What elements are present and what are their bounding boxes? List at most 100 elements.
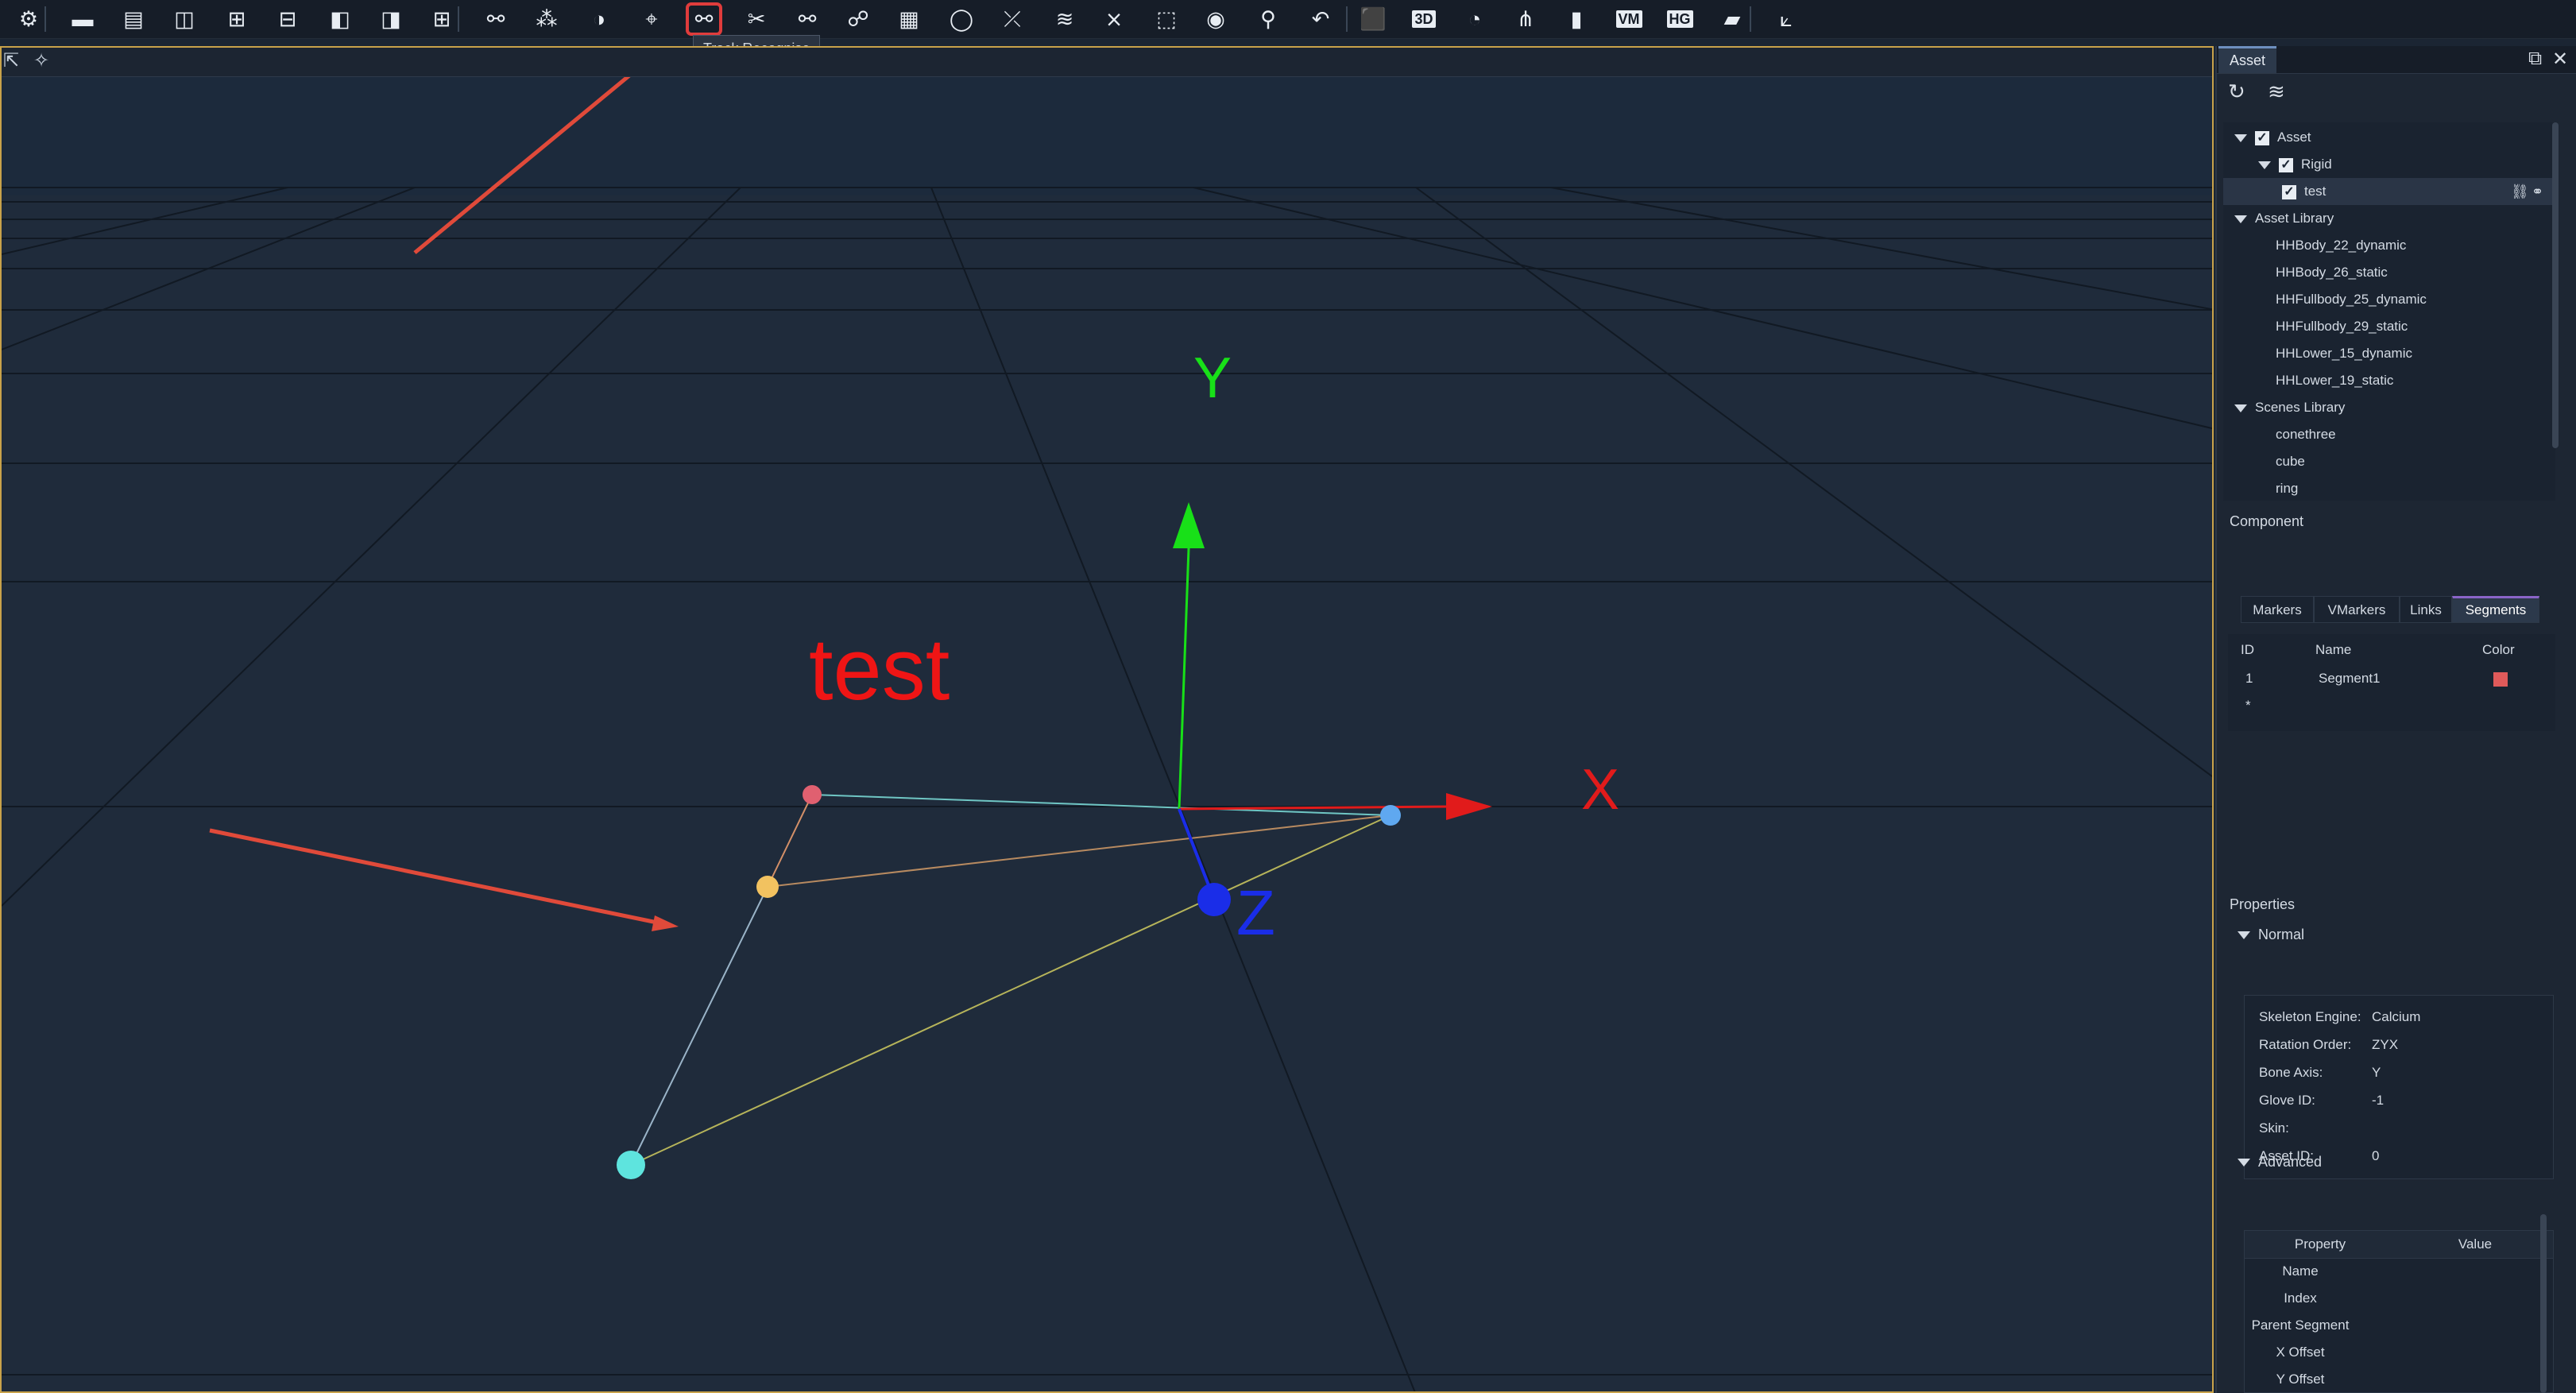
tree-item[interactable]: ✓ Rigid [2223,151,2555,178]
advanced-row[interactable]: Parent Segment [2245,1312,2356,1339]
vm-icon[interactable]: VM [1611,3,1646,35]
remove-link-icon[interactable]: ⤫ [995,3,1030,35]
property-value[interactable]: 0 [2372,1143,2379,1170]
tree-item[interactable]: conethree [2223,421,2555,448]
run-figure-icon[interactable]: ⚲ [1251,3,1286,35]
expand-triangle-icon[interactable] [2258,161,2271,169]
advanced-row[interactable]: X Offset [2245,1339,2356,1366]
hg-icon[interactable]: HG [1662,3,1697,35]
lasso-icon[interactable]: ◯ [944,3,979,35]
new-row-marker[interactable]: * [2245,698,2251,714]
tab-links[interactable]: Links [2400,596,2452,623]
layout-split-vertical-icon[interactable]: ◫ [167,3,202,35]
markers-link-icon[interactable]: ⚯ [478,3,513,35]
sparkle-icon[interactable]: ✧ [33,49,49,72]
normal-section-toggle[interactable]: Normal [2238,927,2304,943]
tree-item-label: HHFullbody_29_static [2276,319,2408,334]
expand-triangle-icon[interactable] [2234,133,2247,142]
calculator-icon[interactable]: ▦ [892,3,926,35]
record-target-icon[interactable]: ◉ [1198,3,1233,35]
tree-item[interactable]: ✓ Asset [2223,124,2555,151]
camera-icon[interactable]: ⬛ [1356,3,1390,35]
tree-item[interactable]: HHLower_19_static [2223,367,2555,394]
track-recognise-icon[interactable]: ⚯ [686,2,722,36]
cut-icon[interactable]: ✂ [739,3,774,35]
tree-item[interactable]: HHFullbody_25_dynamic [2223,286,2555,313]
gauge-icon[interactable]: ◔ [1457,3,1492,35]
view-control-icon[interactable]: ⇱ [3,49,19,72]
share-icon[interactable]: ⋔ [1508,3,1543,35]
markers-group-icon[interactable]: ⁂ [529,3,564,35]
property-value[interactable]: Y [2372,1059,2381,1086]
tree-scrollbar[interactable] [2552,122,2559,448]
trim-icon[interactable]: ⨯ [1097,3,1131,35]
property-value[interactable]: -1 [2372,1087,2384,1114]
checkbox[interactable]: ✓ [2255,130,2269,145]
select-frame-icon[interactable]: ⬚ [1149,3,1184,35]
tree-item[interactable]: HHLower_15_dynamic [2223,340,2555,367]
wave-icon[interactable]: ≋ [1047,3,1082,35]
share-icon-glyph: ⋔ [1516,7,1535,31]
layout-grid-icon-glyph: ⊞ [432,7,451,31]
refresh-icon[interactable]: ↻ [2228,79,2245,104]
link-markers-icon[interactable]: ⚯ [790,3,825,35]
tree-item[interactable]: ✓ test ⛓ ⚭ [2223,178,2555,205]
layout-left-two-icon[interactable]: ◧ [323,3,358,35]
column-header-property[interactable]: Property [2245,1231,2396,1258]
grid-line [1193,187,2212,430]
column-header-color[interactable]: Color [2482,642,2515,658]
unlink-icon[interactable]: ⚭ [2532,178,2543,205]
expand-triangle-icon[interactable] [2234,404,2247,412]
tree-item[interactable]: Asset Library [2223,205,2555,232]
checkbox[interactable]: ✓ [2282,184,2296,199]
scene-canvas[interactable]: Y X Z test [2,48,2214,1393]
tree-item[interactable]: HHBody_26_static [2223,259,2555,286]
link-icon[interactable]: ⛓ [2511,178,2529,205]
layers-icon[interactable]: ≋ [2268,79,2285,104]
layout-single-icon-glyph: ▬ [72,7,94,31]
table-row[interactable]: 1 Segment1 [2228,664,2555,691]
close-icon[interactable]: ✕ [2552,48,2568,71]
layout-single-icon[interactable]: ▬ [65,3,100,35]
axis-plot-icon[interactable]: ⟀ [1769,3,1804,35]
column-header-value[interactable]: Value [2396,1231,2553,1258]
tab-asset[interactable]: Asset [2218,46,2277,73]
crosshair-icon[interactable]: ⌖ [634,3,669,35]
layout-top-two-icon[interactable]: ⊟ [270,3,305,35]
advanced-section-toggle[interactable]: Advanced [2238,1154,2322,1171]
tree-item-content: Scenes Library [2234,394,2345,421]
tab-vmarkers[interactable]: VMarkers [2314,596,2400,623]
property-value[interactable]: Calcium [2372,1004,2420,1031]
column-header-id[interactable]: ID [2241,642,2254,658]
3d-viewport[interactable]: Y X Z test ⇱ ✧ [0,46,2214,1393]
tree-item[interactable]: Scenes Library [2223,394,2555,421]
column-header-name[interactable]: Name [2315,642,2351,658]
layout-right-two-icon[interactable]: ◨ [373,3,408,35]
tree-item-label: Asset [2277,130,2311,145]
advanced-row[interactable]: Y Offset [2245,1366,2356,1392]
tree-item[interactable]: HHBody_22_dynamic [2223,232,2555,259]
tab-segments[interactable]: Segments [2452,596,2539,623]
layout-split-horizontal-icon[interactable]: ▤ [116,3,151,35]
toggle-icon[interactable]: ◑ [582,3,617,35]
checkbox[interactable]: ✓ [2279,157,2293,172]
layout-quad-icon[interactable]: ⊞ [219,3,254,35]
property-value[interactable]: ZYX [2372,1031,2398,1058]
advanced-row[interactable]: Index [2245,1285,2356,1312]
undo-icon[interactable]: ↶ [1303,3,1338,35]
3d-view-icon[interactable]: 3D [1406,3,1441,35]
segment-color-swatch[interactable] [2493,672,2508,687]
layout-grid-icon[interactable]: ⊞ [424,3,459,35]
folder-icon[interactable]: ▰ [1715,3,1750,35]
advanced-scrollbar[interactable] [2540,1214,2547,1393]
expand-triangle-icon[interactable] [2234,215,2247,223]
bone-link-icon[interactable]: ☍ [841,3,876,35]
tab-markers[interactable]: Markers [2241,596,2314,623]
undock-icon[interactable]: ⧉ [2528,48,2542,70]
settings-icon[interactable]: ⚙ [11,3,46,35]
bar-chart-icon[interactable]: ▮ [1559,3,1594,35]
tree-item[interactable]: HHFullbody_29_static [2223,313,2555,340]
advanced-row[interactable]: Name [2245,1258,2356,1285]
tree-item[interactable]: ring [2223,475,2555,501]
tree-item[interactable]: cube [2223,448,2555,475]
